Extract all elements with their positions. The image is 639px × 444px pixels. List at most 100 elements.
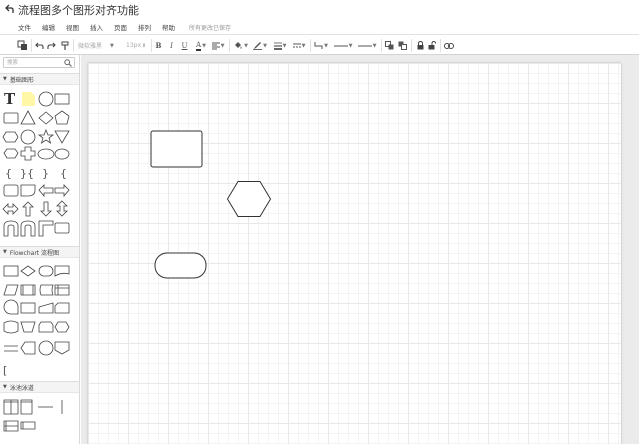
flow-off-page-connector[interactable] — [54, 341, 70, 355]
flow-predefined-process[interactable] — [20, 284, 36, 296]
shape-down-arrow[interactable] — [40, 201, 52, 217]
end-arrow-button[interactable]: ▼ — [357, 40, 377, 51]
flow-preparation[interactable] — [54, 321, 70, 333]
flow-sequential-data[interactable] — [3, 299, 19, 315]
shape-arch[interactable] — [20, 220, 36, 237]
shape-u-turn[interactable] — [3, 220, 19, 237]
shape-star[interactable] — [37, 128, 55, 144]
font-family-select[interactable]: 微软雅黑 ▼ — [78, 40, 120, 51]
menu-page[interactable]: 页面 — [114, 22, 127, 32]
shape-pentagon[interactable] — [54, 110, 70, 125]
flow-decision[interactable] — [20, 265, 36, 277]
bold-button[interactable]: B — [155, 40, 162, 51]
flow-manual-operation[interactable] — [20, 321, 36, 333]
shape-cross[interactable] — [20, 146, 36, 161]
shape-up-arrow[interactable] — [22, 201, 34, 217]
lock-button[interactable] — [416, 40, 424, 51]
bring-to-front-button[interactable] — [385, 40, 394, 51]
flow-manual-input[interactable] — [38, 302, 54, 314]
search-icon[interactable] — [64, 59, 72, 67]
menu-help[interactable]: 帮助 — [162, 22, 175, 32]
font-color-button[interactable]: A ▼ — [194, 40, 208, 51]
shape-curly-bracket[interactable]: { — [60, 167, 67, 180]
diagram-page[interactable] — [88, 63, 621, 444]
shape-right-brace[interactable]: } — [42, 167, 49, 180]
start-arrow-button[interactable]: ▼ — [333, 40, 353, 51]
line-color-button[interactable]: ▼ — [253, 40, 267, 51]
fill-color-button[interactable]: ▼ — [234, 40, 248, 51]
flow-internal-storage[interactable] — [54, 284, 70, 296]
shape-diamond[interactable] — [38, 111, 54, 125]
connector-type-button[interactable]: ▼ — [314, 40, 328, 51]
shape-rectangle[interactable] — [54, 93, 70, 105]
flow-process[interactable] — [3, 265, 19, 277]
shape-rectangle-alt[interactable] — [54, 222, 70, 234]
swimlane-horizontal-pool[interactable] — [3, 420, 19, 432]
shape-corner[interactable] — [38, 220, 54, 237]
flow-bracket[interactable]: [ — [3, 364, 7, 377]
chevron-down-icon: ▼ — [372, 42, 377, 49]
back-arrow-icon[interactable] — [4, 3, 16, 15]
redo-button[interactable] — [47, 40, 56, 51]
swimlane-horizontal-lane[interactable] — [20, 421, 36, 430]
send-to-back-button[interactable] — [398, 40, 407, 51]
canvas-terminator[interactable] — [154, 252, 208, 280]
shape-text[interactable]: T — [4, 90, 16, 108]
flow-document[interactable] — [54, 265, 70, 277]
shape-hexagon[interactable] — [2, 131, 19, 143]
line-width-button[interactable]: ▼ — [273, 40, 287, 51]
format-painter-button[interactable] — [16, 40, 28, 51]
shape-note[interactable] — [22, 92, 35, 106]
flow-stored-data[interactable] — [39, 284, 54, 296]
text-align-button[interactable]: ▼ — [211, 40, 225, 51]
section-flowchart[interactable]: ▼ Flowchart 流程图 — [0, 246, 79, 258]
menu-arrange[interactable]: 排列 — [138, 22, 151, 32]
underline-button[interactable]: U — [181, 40, 188, 51]
swimlane-vertical-pool[interactable] — [3, 399, 19, 415]
shape-vertical-double-arrow[interactable] — [56, 200, 68, 217]
flow-punched-tape[interactable] — [3, 320, 19, 334]
shape-rounded-rectangle[interactable] — [3, 112, 19, 124]
flow-connector[interactable] — [38, 340, 54, 356]
document-title[interactable]: 流程图多个图形对齐功能 — [18, 2, 139, 18]
flow-loop-limit[interactable] — [38, 321, 54, 333]
shape-search-input[interactable] — [7, 59, 63, 67]
shape-double-arrow[interactable] — [2, 203, 19, 215]
italic-button[interactable]: I — [168, 40, 175, 51]
canvas-area[interactable] — [81, 55, 639, 444]
shape-cloud[interactable] — [37, 148, 55, 160]
shape-left-arrow[interactable] — [38, 184, 54, 198]
flow-annotation-line[interactable] — [4, 345, 18, 352]
shape-card[interactable] — [3, 184, 19, 197]
menu-file[interactable]: 文件 — [18, 22, 31, 32]
shape-triangle[interactable] — [20, 110, 36, 125]
shape-delay[interactable] — [20, 184, 36, 197]
shape-double-brace[interactable]: }{ — [20, 167, 34, 180]
undo-button[interactable] — [35, 40, 44, 51]
swimlane-vertical-lane[interactable] — [20, 399, 33, 415]
shape-display[interactable] — [3, 148, 19, 159]
canvas-rectangle[interactable] — [150, 130, 204, 169]
shape-inverted-triangle[interactable] — [54, 130, 70, 144]
unlock-button[interactable] — [428, 40, 436, 51]
menu-view[interactable]: 视图 — [66, 22, 79, 32]
link-button[interactable] — [444, 40, 454, 51]
shape-right-arrow[interactable] — [54, 184, 70, 198]
line-style-button[interactable]: ▼ — [292, 40, 306, 51]
flow-terminator[interactable] — [38, 265, 54, 277]
shape-ellipse[interactable] — [54, 148, 70, 160]
font-size-select[interactable]: 13px ⇕ — [126, 40, 148, 51]
flow-display[interactable] — [20, 341, 36, 355]
flow-data[interactable] — [3, 284, 19, 296]
flow-direct-data[interactable] — [20, 302, 36, 314]
menu-insert[interactable]: 插入 — [90, 22, 103, 32]
shape-left-brace[interactable]: { — [5, 167, 12, 180]
section-basic-shapes[interactable]: ▼ 基础图形 — [0, 73, 79, 85]
paint-format-button[interactable] — [60, 40, 69, 51]
menu-edit[interactable]: 编辑 — [42, 22, 55, 32]
canvas-hexagon[interactable] — [227, 180, 273, 220]
shape-octagon[interactable] — [20, 129, 36, 145]
shape-circle[interactable] — [38, 91, 54, 107]
flow-card[interactable] — [54, 302, 70, 314]
section-swimlane[interactable]: ▼ 泳池泳道 — [0, 381, 79, 393]
